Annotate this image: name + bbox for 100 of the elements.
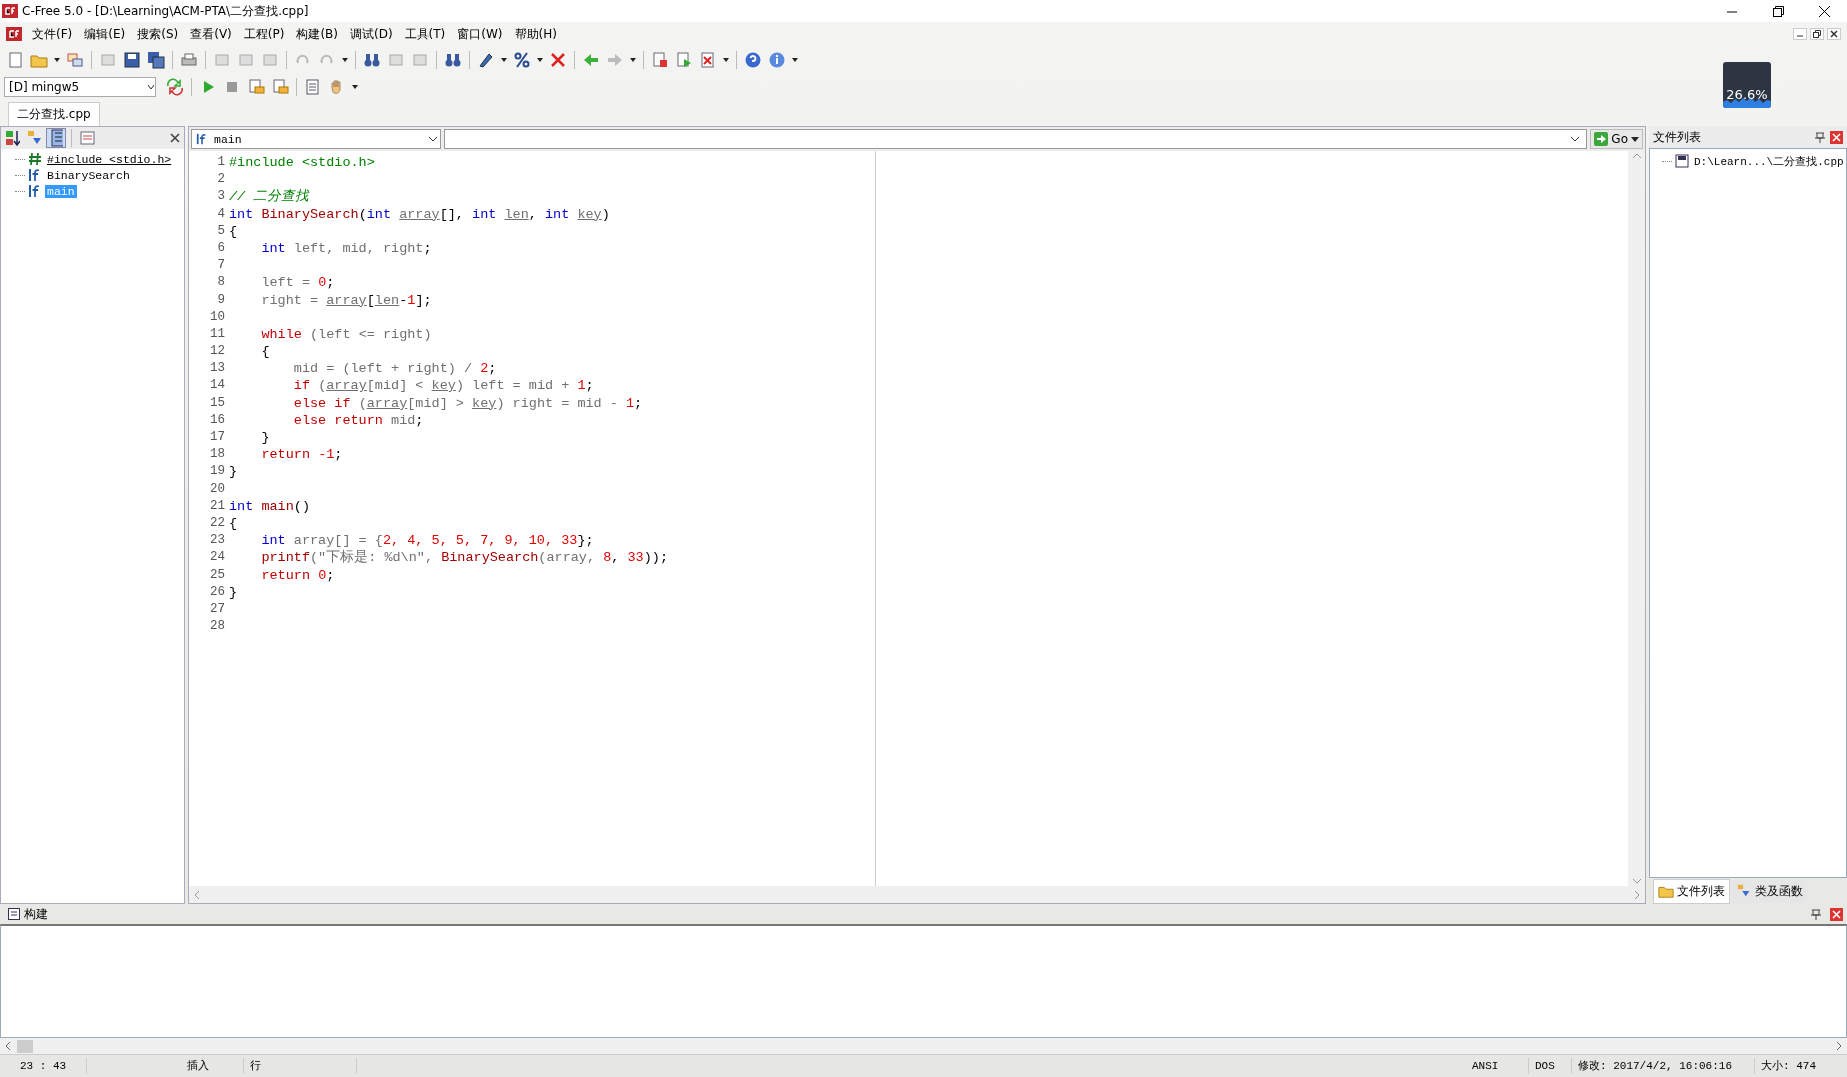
- line-number: 5: [216, 222, 226, 240]
- line-number: 13: [209, 360, 226, 378]
- symbol-dropdown[interactable]: [444, 129, 1588, 149]
- properties-icon[interactable]: [77, 128, 97, 148]
- app-logo-icon: [6, 27, 22, 41]
- go-button[interactable]: Go: [1590, 129, 1643, 149]
- status-unit: 行: [244, 1058, 357, 1074]
- menu-item[interactable]: 调试(D): [344, 23, 399, 45]
- menu-item[interactable]: 搜索(S): [131, 23, 185, 45]
- scroll-left-icon[interactable]: [192, 889, 202, 900]
- pin-icon[interactable]: [1814, 131, 1826, 143]
- code-line: }: [229, 583, 238, 601]
- scroll-right-icon[interactable]: [1632, 889, 1642, 900]
- code-line: printf("下标是: %d\n", BinarySearch(array, 8, 33));: [260, 549, 668, 567]
- cursor-position: 23 : 43: [0, 1058, 87, 1074]
- line-number: 27: [209, 600, 226, 618]
- menu-item[interactable]: 窗口(W): [451, 23, 509, 45]
- scroll-thumb[interactable]: [17, 1039, 33, 1053]
- function-icon: [196, 133, 208, 145]
- horizontal-scrollbar[interactable]: [189, 886, 1645, 903]
- menu-item[interactable]: 帮助(H): [508, 23, 563, 45]
- code-line: {: [260, 343, 270, 361]
- refresh-icon[interactable]: [164, 76, 186, 98]
- save-icon[interactable]: [121, 49, 143, 71]
- scroll-right-icon[interactable]: [1834, 1041, 1844, 1051]
- code-line: }: [229, 463, 238, 481]
- file-item[interactable]: D:\Learn...\二分查找.cpp: [1692, 153, 1846, 169]
- code-line: int main(): [229, 497, 310, 515]
- menu-item[interactable]: 编辑(E): [78, 23, 132, 45]
- line-number: 10: [209, 308, 226, 326]
- modified-time: 修改: 2017/4/2, 16:06:16: [1572, 1058, 1755, 1074]
- restore-icon[interactable]: [1810, 28, 1824, 40]
- code-line: else if (array[mid] > key) right = mid - 1;: [292, 394, 643, 412]
- symbol-item[interactable]: #include <stdio.h>: [45, 152, 174, 166]
- caret-icon: [1631, 135, 1639, 143]
- menu-item[interactable]: 构建(B): [290, 23, 344, 45]
- line-number: 11: [209, 325, 226, 343]
- scroll-down-icon[interactable]: [1631, 876, 1642, 886]
- line-number: 8: [216, 274, 226, 292]
- code-line: mid = (left + right) / 2;: [292, 360, 497, 378]
- menu-item[interactable]: 工具(T): [398, 23, 452, 45]
- line-number: 21: [209, 497, 226, 515]
- code-line: int left, mid, right;: [260, 239, 432, 258]
- line-number: 23: [209, 532, 226, 550]
- menu-item[interactable]: 工程(P): [237, 23, 291, 45]
- function-icon: [28, 184, 42, 198]
- encoding: ANSI: [1466, 1058, 1529, 1074]
- line-number: 7: [216, 257, 226, 275]
- line-number: 12: [209, 343, 226, 361]
- code-line: right = array[len-1];: [260, 291, 432, 309]
- window-title: C-Free 5.0 - [D:\Learning\ACM-PTA\二分查找.cpp]: [22, 2, 310, 20]
- code-line: {: [229, 514, 238, 533]
- tree-view-icon[interactable]: [46, 128, 66, 148]
- line-number: 3: [216, 188, 226, 206]
- function-icon: [28, 168, 42, 182]
- line-number: 14: [209, 377, 226, 395]
- code-line: return -1;: [260, 446, 343, 464]
- classes-icon: [1736, 883, 1752, 899]
- line-number: 25: [209, 566, 226, 584]
- menu-item[interactable]: 查看(V): [184, 23, 238, 45]
- line-number: 16: [209, 411, 226, 429]
- cpp-file-icon: [1675, 154, 1689, 168]
- document-tab[interactable]: 二分查找.cpp: [8, 102, 100, 126]
- go-arrow-icon: [1594, 132, 1609, 146]
- close-icon[interactable]: [1827, 28, 1841, 40]
- line-number: 15: [209, 394, 226, 412]
- file-size: 大小: 474: [1760, 1059, 1817, 1074]
- code-line: {: [229, 222, 238, 240]
- line-number: 9: [216, 291, 226, 309]
- line-ending: DOS: [1529, 1058, 1572, 1074]
- line-number: 22: [209, 514, 226, 532]
- panel-title: 文件列表: [1653, 128, 1702, 146]
- vertical-scrollbar[interactable]: [1628, 151, 1645, 886]
- code-line: if (array[mid] < key) left = mid + 1;: [292, 377, 594, 395]
- line-number: 28: [209, 618, 226, 636]
- scroll-up-icon[interactable]: [1631, 151, 1642, 161]
- code-line: return 0;: [260, 566, 335, 584]
- panel-tab[interactable]: 文件列表: [1653, 878, 1730, 904]
- panel-title: 构建: [24, 905, 49, 923]
- compiler-dropdown[interactable]: [D] mingw5: [4, 77, 156, 97]
- line-number: 19: [209, 463, 226, 481]
- symbol-item[interactable]: BinarySearch: [45, 168, 132, 182]
- horizontal-scrollbar[interactable]: [0, 1038, 1847, 1054]
- function-dropdown[interactable]: main: [191, 129, 441, 149]
- code-line: while (left <= right): [260, 325, 432, 344]
- line-number: 17: [209, 429, 226, 446]
- list-icon: [8, 908, 20, 920]
- code-line: #include <stdio.h>: [229, 154, 375, 172]
- code-line: // 二分查找: [229, 188, 310, 206]
- code-line: int BinarySearch(int array[], int len, int key): [229, 205, 610, 223]
- cpu-meter: 26.6%: [1723, 62, 1771, 108]
- pin-icon[interactable]: [1810, 908, 1822, 920]
- hash-icon: [28, 152, 42, 166]
- menu-item[interactable]: 文件(F): [26, 23, 79, 45]
- line-number: 20: [209, 480, 226, 498]
- code-line: int array[] = {2, 4, 5, 5, 7, 9, 10, 33};: [260, 532, 594, 549]
- code-line: else return mid;: [292, 411, 424, 429]
- insert-mode: 插入: [181, 1058, 244, 1074]
- scroll-left-icon[interactable]: [3, 1041, 13, 1051]
- save-all-icon[interactable]: [145, 49, 167, 71]
